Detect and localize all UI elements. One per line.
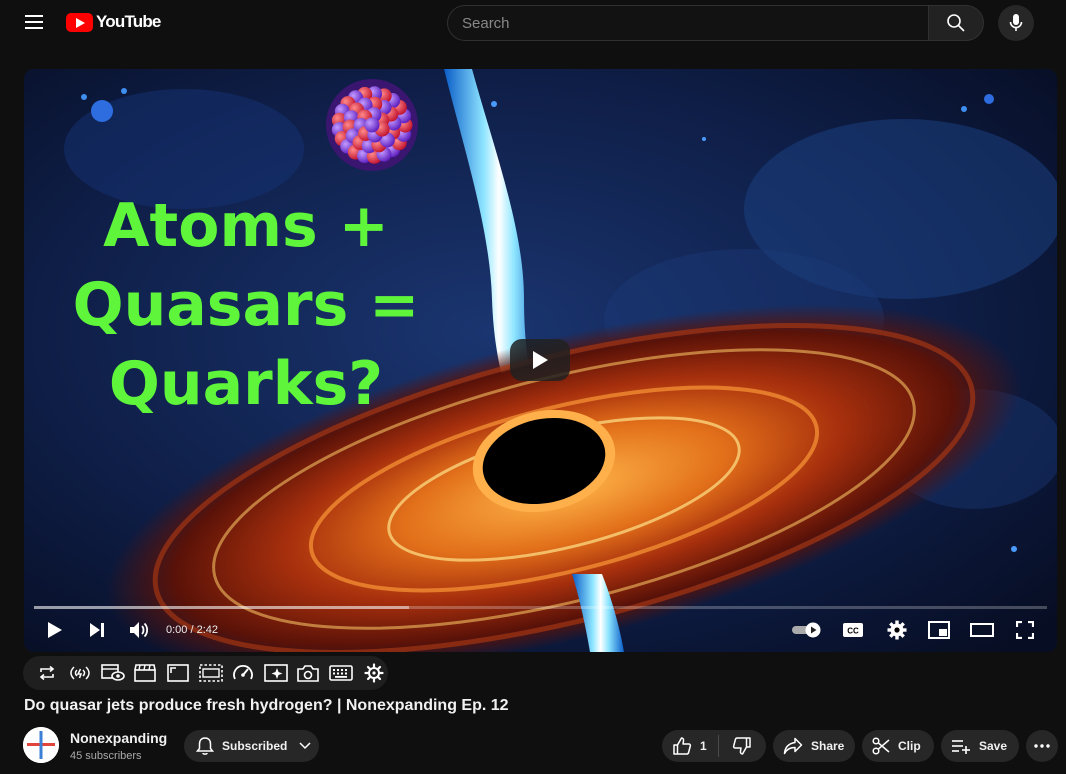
share-button[interactable]: Share bbox=[773, 730, 855, 762]
channel-avatar-image bbox=[23, 727, 59, 763]
next-button[interactable] bbox=[84, 614, 110, 646]
miniplayer-button[interactable] bbox=[926, 614, 952, 646]
large-play-button[interactable] bbox=[510, 339, 570, 381]
autoplay-toggle-icon bbox=[792, 622, 821, 638]
playlist-add-icon bbox=[952, 740, 970, 754]
keyboard-shortcuts-button[interactable] bbox=[327, 659, 356, 687]
thumbs-down-icon bbox=[732, 737, 751, 755]
extension-toolbar bbox=[23, 656, 388, 690]
search-box bbox=[447, 5, 984, 41]
time-display: 0:00 / 2:42 bbox=[166, 624, 218, 636]
like-count: 1 bbox=[700, 739, 707, 753]
play-icon bbox=[533, 351, 548, 369]
channel-name[interactable]: Nonexpanding bbox=[70, 730, 167, 746]
fit-window-button[interactable] bbox=[196, 659, 225, 687]
autoplay-toggle[interactable] bbox=[790, 614, 824, 646]
buffered-progress bbox=[34, 606, 409, 609]
keyboard-icon bbox=[329, 665, 353, 681]
search-button[interactable] bbox=[928, 5, 984, 41]
speedometer-icon bbox=[233, 665, 254, 680]
broadcast-icon bbox=[70, 666, 90, 680]
play-icon bbox=[48, 622, 62, 638]
cinema-mode-button[interactable] bbox=[131, 659, 160, 687]
player-controls: 0:00 / 2:42 CC bbox=[24, 614, 1057, 646]
thumbnail-title-line: Atoms + bbox=[103, 191, 389, 261]
theater-mode-icon bbox=[970, 623, 994, 637]
thumbnail-title: Atoms + Quasars = Quarks? bbox=[46, 187, 446, 424]
share-label: Share bbox=[811, 739, 845, 753]
aspect-ratio-icon bbox=[167, 664, 189, 682]
like-button[interactable]: 1 bbox=[662, 730, 718, 762]
clapperboard-icon bbox=[134, 664, 157, 682]
microphone-icon bbox=[1009, 14, 1023, 31]
logo-text: YouTube bbox=[96, 12, 161, 31]
watched-overlay-button[interactable] bbox=[98, 659, 127, 687]
repeat-icon bbox=[40, 665, 55, 681]
video-filters-button[interactable] bbox=[261, 659, 290, 687]
gear-icon bbox=[887, 620, 907, 640]
subscribe-button[interactable]: Subscribed bbox=[184, 730, 319, 762]
save-button[interactable]: Save bbox=[941, 730, 1019, 762]
subscribe-label: Subscribed bbox=[222, 739, 288, 753]
thumbnail-title-line: Quarks? bbox=[108, 349, 384, 419]
clip-label: Clip bbox=[898, 739, 921, 753]
fullscreen-button[interactable] bbox=[1012, 614, 1038, 646]
video-player[interactable]: Atoms + Quasars = Quarks? 0:00 / 2:42 CC bbox=[24, 69, 1057, 652]
video-title: Do quasar jets produce fresh hydrogen? |… bbox=[24, 697, 509, 714]
theater-mode-button[interactable] bbox=[969, 614, 995, 646]
thumbnail-title-line: Quasars = bbox=[72, 270, 420, 340]
dashed-frame-icon bbox=[198, 664, 223, 682]
svg-text:CC: CC bbox=[847, 627, 859, 636]
subscriber-count: 45 subscribers bbox=[70, 750, 142, 762]
progress-bar[interactable] bbox=[34, 606, 1047, 609]
more-actions-button[interactable] bbox=[1026, 730, 1058, 762]
channel-avatar[interactable] bbox=[23, 727, 59, 763]
search-input[interactable] bbox=[447, 5, 928, 41]
clip-button[interactable]: Clip bbox=[862, 730, 934, 762]
screenshot-button[interactable] bbox=[294, 659, 323, 687]
settings-button[interactable] bbox=[884, 614, 910, 646]
miniplayer-icon bbox=[928, 621, 950, 639]
sparkle-frame-icon bbox=[263, 664, 288, 682]
like-dislike-group: 1 bbox=[662, 730, 766, 762]
menu-icon[interactable] bbox=[18, 8, 50, 36]
more-horizontal-icon bbox=[1034, 744, 1050, 748]
audio-only-button[interactable] bbox=[66, 659, 95, 687]
mute-button[interactable] bbox=[126, 614, 152, 646]
fullscreen-icon bbox=[1016, 621, 1034, 639]
expand-player-button[interactable] bbox=[164, 659, 193, 687]
film-eye-icon bbox=[100, 664, 125, 681]
skip-next-icon bbox=[90, 623, 104, 637]
nucleon bbox=[364, 117, 380, 133]
thumbs-up-icon bbox=[673, 737, 692, 755]
youtube-logo[interactable]: YouTube bbox=[66, 12, 161, 32]
youtube-play-logo-icon bbox=[66, 12, 93, 32]
camera-icon bbox=[297, 665, 320, 682]
extension-settings-button[interactable] bbox=[359, 659, 388, 687]
nucleus-image bbox=[326, 79, 418, 171]
subtitles-button[interactable]: CC bbox=[840, 614, 866, 646]
closed-captions-icon: CC bbox=[843, 623, 863, 637]
dislike-button[interactable] bbox=[719, 730, 765, 762]
scissors-icon bbox=[872, 737, 890, 755]
play-button[interactable] bbox=[42, 614, 68, 646]
chevron-down-icon bbox=[299, 742, 311, 750]
playback-speed-button[interactable] bbox=[229, 659, 258, 687]
loop-button[interactable] bbox=[33, 659, 62, 687]
masthead: YouTube bbox=[0, 0, 1066, 46]
save-label: Save bbox=[979, 739, 1008, 753]
bell-icon bbox=[196, 737, 214, 755]
search-icon bbox=[947, 14, 965, 32]
share-arrow-icon bbox=[783, 737, 803, 755]
cog-icon bbox=[364, 663, 384, 683]
voice-search-button[interactable] bbox=[998, 5, 1034, 41]
volume-icon bbox=[130, 622, 149, 638]
